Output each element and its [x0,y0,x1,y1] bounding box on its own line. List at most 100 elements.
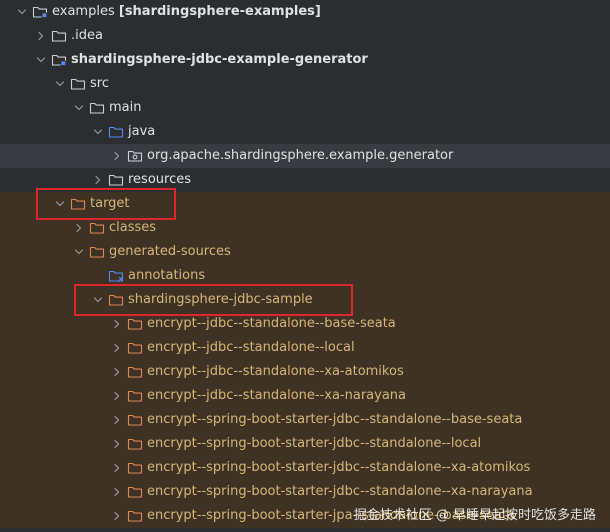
folder-icon [89,102,105,114]
tree-row-name: encrypt--jdbc--standalone--local [147,340,355,355]
chevron-right-icon[interactable] [109,148,125,164]
excluded-folder-icon [70,198,86,210]
chevron-right-icon[interactable] [109,364,125,380]
chevron-down-icon[interactable] [71,244,87,260]
tree-row-label: encrypt--jdbc--standalone--local [147,336,355,360]
tree-row-label: org.apache.shardingsphere.example.genera… [147,144,453,168]
chevron-right-icon[interactable] [109,388,125,404]
tree-row-name: encrypt--spring-boot-starter-jdbc--stand… [147,412,523,427]
tree-row[interactable]: encrypt--jdbc--standalone--base-seata [0,312,610,336]
tree-row[interactable]: resources [0,168,610,192]
tree-row[interactable]: encrypt--jdbc--standalone--xa-atomikos [0,360,610,384]
folder-icon [108,174,124,186]
tree-row-label: examples [shardingsphere-examples] [52,0,321,24]
chevron-right-icon[interactable] [109,484,125,500]
tree-row-name: java [128,124,156,139]
tree-row-label: classes [109,216,156,240]
chevron-down-icon[interactable] [33,52,49,68]
tree-row[interactable]: .idea [0,24,610,48]
tree-row[interactable]: main [0,96,610,120]
generated-sources-folder-icon [108,270,124,282]
tree-row[interactable]: encrypt--spring-boot-starter-jdbc--stand… [0,408,610,432]
chevron-right-icon[interactable] [71,220,87,236]
tree-row-name: annotations [128,268,206,283]
chevron-right-icon[interactable] [90,172,106,188]
tree-row-name: encrypt--jdbc--standalone--xa-atomikos [147,364,404,379]
tree-row-name: encrypt--jdbc--standalone--xa-narayana [147,388,407,403]
tree-row[interactable]: encrypt--spring-boot-starter-jdbc--stand… [0,480,610,504]
tree-row-name: examples [52,4,115,19]
tree-row[interactable]: examples [shardingsphere-examples] [0,0,610,24]
tree-row-label: target [90,192,130,216]
chevron-down-icon[interactable] [90,292,106,308]
chevron-right-icon[interactable] [109,340,125,356]
tree-row[interactable]: encrypt--spring-boot-starter-jdbc--stand… [0,456,610,480]
excluded-folder-icon [127,510,143,522]
chevron-right-icon[interactable] [109,436,125,452]
tree-row-module-name: [shardingsphere-examples] [118,4,321,19]
tree-row[interactable]: shardingsphere-jdbc-example-generator [0,48,610,72]
excluded-folder-icon [127,438,143,450]
tree-row-name: encrypt--spring-boot-starter-jdbc--stand… [147,484,533,499]
module-folder-icon [51,54,67,66]
tree-row-name: encrypt--spring-boot-starter-jdbc--stand… [147,436,482,451]
tree-row[interactable]: annotations [0,264,610,288]
chevron-right-icon[interactable] [109,460,125,476]
tree-row[interactable]: src [0,72,610,96]
tree-row[interactable]: org.apache.shardingsphere.example.genera… [0,144,610,168]
chevron-down-icon[interactable] [90,124,106,140]
tree-row-label: .idea [71,24,103,48]
chevron-right-icon[interactable] [33,28,49,44]
tree-row-label: src [90,72,109,96]
tree-row[interactable]: java [0,120,610,144]
excluded-folder-icon [127,486,143,498]
excluded-folder-icon [89,246,105,258]
chevron-down-icon[interactable] [52,76,68,92]
tree-row-label: encrypt--jdbc--standalone--xa-atomikos [147,360,404,384]
tree-row-name: main [109,100,142,115]
project-tree: examples [shardingsphere-examples] .idea s… [0,0,610,532]
tree-row-name: shardingsphere-jdbc-sample [128,292,313,307]
tree-row-name: encrypt--spring-boot-starter-jdbc--stand… [147,460,531,475]
tree-row[interactable]: shardingsphere-jdbc-sample [0,288,610,312]
excluded-folder-icon [127,318,143,330]
tree-row-label: encrypt--spring-boot-starter-jdbc--stand… [147,408,522,432]
tree-row-name: src [90,76,109,91]
excluded-folder-icon [127,462,143,474]
chevron-down-icon[interactable] [52,196,68,212]
tree-row-label: generated-sources [109,240,231,264]
excluded-folder-icon [127,366,143,378]
chevron-down-icon[interactable] [14,4,30,20]
tree-row[interactable]: classes [0,216,610,240]
excluded-folder-icon [127,342,143,354]
excluded-folder-icon [127,390,143,402]
tree-row[interactable]: encrypt--jdbc--standalone--local [0,336,610,360]
tree-row[interactable]: generated-sources [0,240,610,264]
tree-row[interactable]: target [0,192,610,216]
excluded-folder-icon [89,222,105,234]
watermark: 掘金技术社区 @ 早睡早起按时吃饭多走路 [353,508,596,523]
tree-row[interactable]: encrypt--jdbc--standalone--xa-narayana [0,384,610,408]
tree-row-label: resources [128,168,191,192]
tree-row-name: encrypt--jdbc--standalone--base-seata [147,316,396,331]
tree-row[interactable]: encrypt--spring-boot-starter-jdbc--stand… [0,432,610,456]
tree-row-label: encrypt--jdbc--standalone--base-seata [147,312,396,336]
chevron-right-icon[interactable] [109,316,125,332]
tree-row-name: .idea [71,28,103,43]
tree-row-label: encrypt--spring-boot-starter-jdbc--stand… [147,432,481,456]
excluded-folder-icon [108,294,124,306]
tree-row-name: generated-sources [109,244,231,259]
tree-row-label: java [128,120,155,144]
tree-row-label: encrypt--spring-boot-starter-jdbc--stand… [147,480,533,504]
tree-row-name: resources [128,172,192,187]
tree-row-label: encrypt--spring-boot-starter-jdbc--stand… [147,456,530,480]
package-icon [127,150,143,162]
module-folder-icon [32,6,48,18]
tree-row-name: target [90,196,130,211]
folder-icon [51,30,67,42]
chevron-down-icon[interactable] [71,100,87,116]
chevron-right-icon[interactable] [109,412,125,428]
tree-row-name: org.apache.shardingsphere.example.genera… [147,148,454,163]
chevron-right-icon[interactable] [109,508,125,524]
tree-row-label: shardingsphere-jdbc-sample [128,288,313,312]
